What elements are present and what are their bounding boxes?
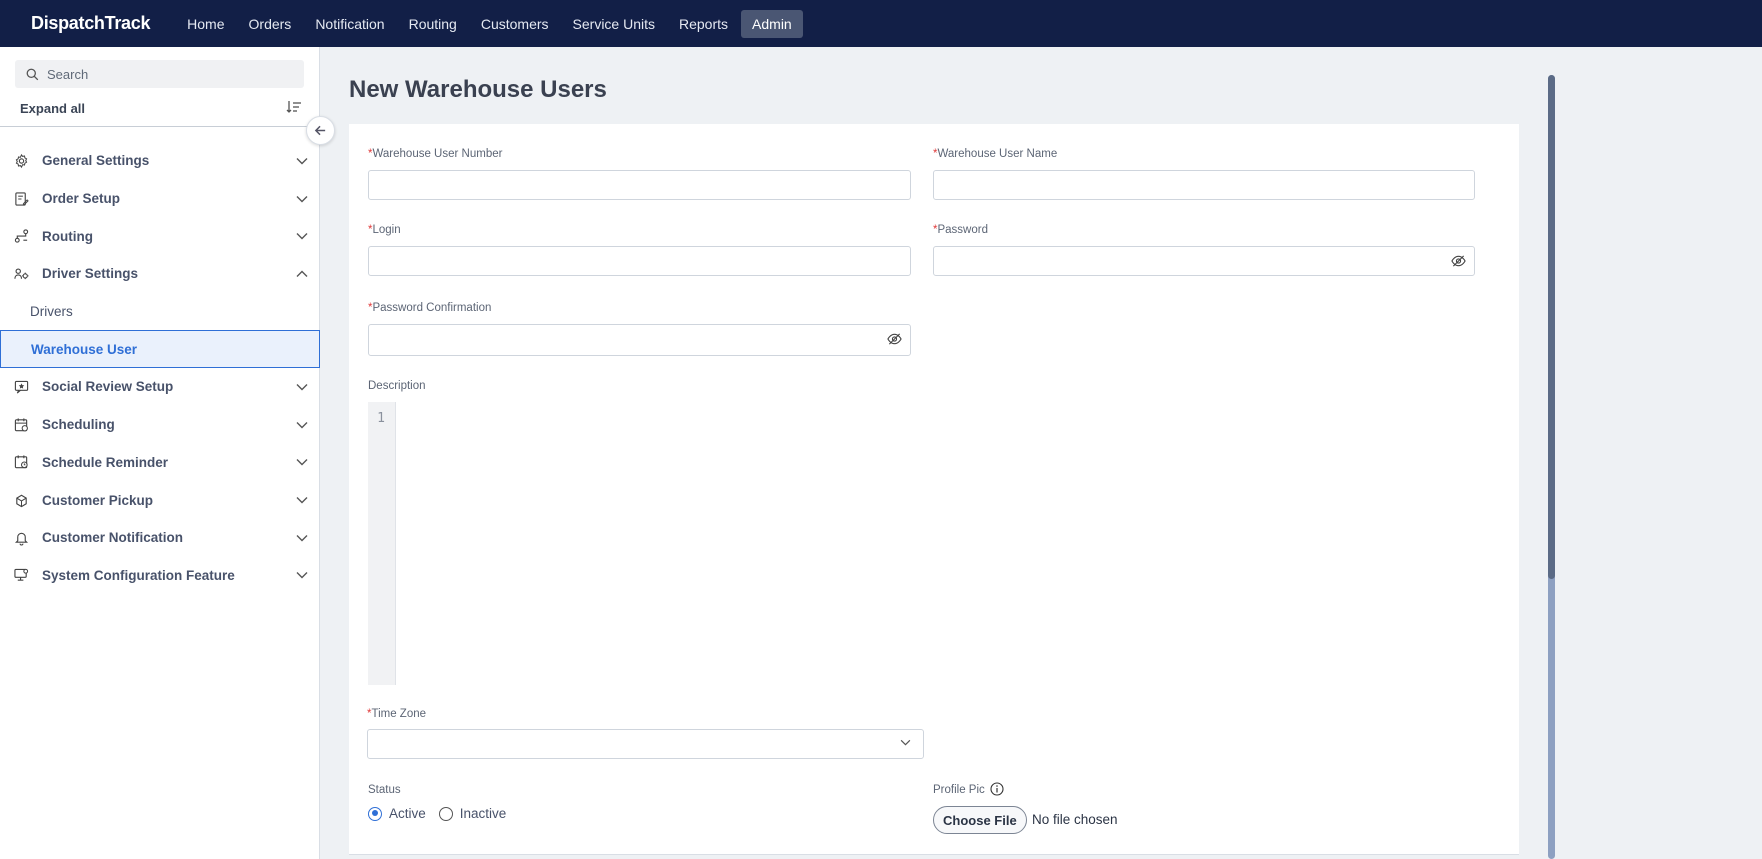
- chevron-down-icon: [296, 459, 308, 466]
- sidebar-item-general-settings[interactable]: General Settings: [0, 142, 320, 180]
- review-icon: [14, 380, 29, 394]
- chevron-down-icon: [296, 421, 308, 429]
- sidebar-item-scheduling[interactable]: Scheduling: [0, 406, 320, 444]
- calendar-clock-icon: [14, 455, 28, 469]
- warehouse-user-form: *Warehouse User Number *Warehouse User N…: [349, 124, 1519, 855]
- status-active-label: Active: [389, 806, 426, 821]
- chevron-up-icon: [296, 270, 308, 277]
- nav-home[interactable]: Home: [176, 10, 235, 38]
- sidebar-item-label: Social Review Setup: [42, 379, 174, 395]
- profile-pic-label: Profile Pic: [933, 784, 985, 796]
- sidebar-item-customer-pickup[interactable]: Customer Pickup: [0, 481, 320, 519]
- chevron-down-icon: [296, 497, 308, 504]
- sidebar-item-order-setup[interactable]: Order Setup: [0, 180, 320, 218]
- sidebar-item-system-configuration-feature[interactable]: System Configuration Feature: [0, 557, 320, 595]
- chevron-down-icon: [296, 383, 308, 391]
- top-nav-bar: DispatchTrack Home Orders Notification R…: [0, 0, 1762, 47]
- status-inactive-radio[interactable]: [438, 806, 453, 821]
- driver-settings-icon: [14, 268, 29, 280]
- description-editor[interactable]: [397, 402, 1475, 685]
- sidebar-item-label: Schedule Reminder: [42, 454, 169, 470]
- login-input[interactable]: [368, 246, 911, 276]
- status-radio-group: Active Inactive: [368, 806, 506, 821]
- scrollbar-thumb[interactable]: [1548, 75, 1555, 579]
- chevron-down-icon: [296, 572, 308, 579]
- time-zone-select[interactable]: [367, 729, 924, 759]
- chevron-down-icon: [296, 534, 308, 542]
- line-number: 1: [377, 411, 385, 426]
- password-confirmation-input[interactable]: [368, 324, 911, 356]
- sidebar-item-social-review-setup[interactable]: Social Review Setup: [0, 368, 320, 406]
- eye-off-icon[interactable]: [887, 332, 902, 346]
- nav-reports[interactable]: Reports: [668, 10, 739, 38]
- sidebar-subitem-label: Warehouse User: [31, 341, 138, 357]
- login-label: *Login: [368, 224, 401, 236]
- order-setup-icon: [15, 191, 29, 206]
- nav-customers[interactable]: Customers: [470, 10, 560, 38]
- status-active-radio[interactable]: [368, 806, 382, 821]
- nav-orders[interactable]: Orders: [238, 10, 303, 38]
- sidebar-item-label: Driver Settings: [42, 266, 139, 282]
- sidebar-menu: General Settings Order Setup Routing Dri…: [0, 142, 320, 594]
- choose-file-button[interactable]: Choose File: [933, 806, 1027, 834]
- chevron-down-icon: [900, 739, 911, 746]
- chevron-down-icon: [296, 233, 308, 240]
- sidebar-item-label: Customer Notification: [42, 530, 184, 546]
- description-editor-gutter: 1: [368, 402, 396, 685]
- brand-logo[interactable]: DispatchTrack: [31, 13, 150, 34]
- sidebar-item-routing[interactable]: Routing: [0, 217, 320, 255]
- sidebar-item-label: System Configuration Feature: [42, 567, 235, 583]
- sidebar-item-label: Routing: [42, 228, 93, 244]
- sidebar-item-label: General Settings: [42, 153, 150, 169]
- sort-filter-icon[interactable]: [286, 99, 302, 115]
- sidebar-item-label: Customer Pickup: [42, 492, 154, 508]
- password-label: *Password: [933, 224, 988, 236]
- description-label: Description: [368, 380, 426, 392]
- password-input[interactable]: [933, 246, 1475, 276]
- pickup-icon: [16, 494, 27, 508]
- sidebar-item-label: Scheduling: [42, 417, 115, 433]
- collapse-sidebar-button[interactable]: [306, 116, 335, 145]
- nav-admin[interactable]: Admin: [741, 9, 803, 38]
- warehouse-user-number-input[interactable]: [368, 170, 911, 200]
- warehouse-user-name-label: *Warehouse User Name: [933, 148, 1058, 160]
- warehouse-user-name-input[interactable]: [933, 170, 1475, 200]
- sidebar-subitem-warehouse-user[interactable]: Warehouse User: [0, 330, 320, 369]
- sidebar: Expand all General Settings Order Setup …: [0, 47, 320, 859]
- sidebar-subitem-label: Drivers: [30, 304, 73, 320]
- chevron-down-icon: [296, 157, 308, 165]
- sidebar-subitem-drivers[interactable]: Drivers: [0, 293, 320, 331]
- time-zone-label: *Time Zone: [367, 708, 427, 720]
- search-icon: [26, 68, 39, 80]
- chevron-down-icon: [296, 195, 308, 203]
- warehouse-user-number-label: *Warehouse User Number: [368, 148, 503, 160]
- password-confirmation-label: *Password Confirmation: [368, 302, 492, 314]
- status-label: Status: [368, 784, 401, 796]
- status-inactive-label: Inactive: [459, 806, 507, 821]
- search-input[interactable]: [47, 66, 277, 82]
- sidebar-item-label: Order Setup: [42, 191, 121, 207]
- routing-icon: [14, 229, 29, 243]
- sidebar-search[interactable]: [15, 60, 304, 88]
- eye-off-icon[interactable]: [1451, 254, 1466, 268]
- info-icon[interactable]: [990, 782, 1004, 796]
- page-title: New Warehouse Users: [349, 76, 607, 103]
- arrow-left-icon: [314, 125, 326, 136]
- bell-icon: [14, 532, 29, 546]
- calendar-icon: [14, 418, 28, 432]
- monitor-gear-icon: [14, 569, 29, 582]
- nav-routing[interactable]: Routing: [398, 10, 468, 38]
- nav-notification[interactable]: Notification: [304, 10, 395, 38]
- expand-row: Expand all: [0, 95, 320, 127]
- file-status-text: No file chosen: [1032, 812, 1118, 827]
- sidebar-item-driver-settings[interactable]: Driver Settings: [0, 255, 320, 293]
- nav-service-units[interactable]: Service Units: [562, 10, 666, 38]
- sidebar-item-schedule-reminder[interactable]: Schedule Reminder: [0, 444, 320, 482]
- expand-all-link[interactable]: Expand all: [20, 101, 85, 116]
- sidebar-item-customer-notification[interactable]: Customer Notification: [0, 519, 320, 557]
- gear-icon: [15, 153, 28, 168]
